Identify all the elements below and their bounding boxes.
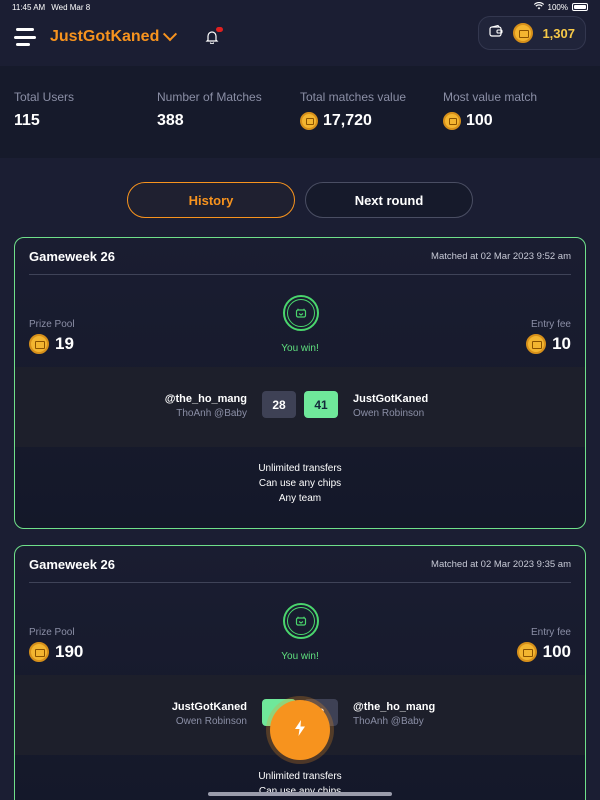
player-right: JustGotKaned Owen Robinson — [353, 393, 428, 419]
stats-panel: Total Users 115 Number of Matches 388 To… — [0, 66, 600, 158]
notification-badge — [216, 27, 224, 32]
entry-fee: Entry fee 10 — [526, 319, 571, 354]
trophy-icon — [283, 603, 319, 639]
stat-label: Number of Matches — [157, 90, 262, 104]
stat-label: Most value match — [443, 90, 538, 104]
stat-value: 388 — [157, 112, 184, 129]
score-left: 28 — [262, 391, 296, 418]
trophy-icon — [283, 295, 319, 331]
tab-next-round[interactable]: Next round — [305, 182, 473, 218]
player-team: Owen Robinson — [353, 408, 425, 419]
player-left: JustGotKaned Owen Robinson — [172, 701, 247, 727]
rule-item: Any team — [278, 493, 322, 504]
team-name: JustGotKaned — [50, 28, 160, 45]
battery-percent: 100% — [547, 2, 568, 12]
quick-action-button[interactable] — [270, 700, 330, 760]
coin-icon — [512, 23, 533, 43]
player-name: JustGotKaned — [353, 393, 429, 405]
status-date: Wed Mar 8 — [51, 2, 91, 12]
player-name: JustGotKaned — [171, 701, 247, 713]
rule-item: Unlimited transfers — [258, 463, 342, 474]
stat-label: Total matches value — [300, 90, 407, 104]
player-team: Owen Robinson — [175, 716, 247, 727]
rule-item: Unlimited transfers — [258, 771, 342, 782]
top-bar: JustGotKaned 1,307 — [0, 14, 600, 60]
chevron-down-icon — [163, 27, 178, 42]
wallet-amount: 1,307 — [542, 25, 575, 41]
stat-label: Total Users — [14, 90, 75, 104]
match-row: @the_ho_mang ThoAnh @Baby 28 41 JustGotK… — [15, 367, 585, 447]
wallet-balance-button[interactable]: 1,307 — [478, 16, 586, 50]
score-right: 41 — [304, 391, 338, 418]
gameweek-title: Gameweek 26 — [29, 556, 116, 572]
entry-fee-label: Entry fee — [530, 627, 571, 638]
stat-value: 100 — [466, 112, 493, 129]
status-bar: 11:45 AM Wed Mar 8 100% — [0, 0, 600, 14]
stat-value: 17,720 — [323, 112, 372, 129]
matched-time: Matched at 02 Mar 2023 9:35 am — [431, 558, 571, 570]
menu-icon[interactable] — [14, 28, 38, 46]
coin-icon — [300, 112, 318, 130]
stat-total-users: Total Users 115 — [14, 90, 157, 158]
matched-time: Matched at 02 Mar 2023 9:52 am — [431, 250, 571, 262]
tab-bar: History Next round — [0, 182, 600, 218]
match-card[interactable]: Gameweek 26 Matched at 02 Mar 2023 9:52 … — [14, 237, 586, 529]
entry-fee-label: Entry fee — [530, 319, 571, 330]
stat-most-value-match: Most value match 100 — [443, 90, 586, 158]
player-right: @the_ho_mang ThoAnh @Baby — [353, 701, 435, 727]
status-time: 11:45 AM — [12, 2, 46, 12]
lightning-icon — [293, 719, 307, 742]
home-indicator — [208, 792, 392, 796]
stat-value: 115 — [14, 112, 40, 129]
player-team: ThoAnh @Baby — [176, 408, 247, 419]
coin-icon — [526, 334, 547, 354]
bell-icon[interactable] — [205, 27, 224, 45]
coin-icon — [516, 642, 537, 662]
player-team: ThoAnh @Baby — [353, 716, 424, 727]
stat-number-of-matches: Number of Matches 388 — [157, 90, 300, 158]
team-selector[interactable]: JustGotKaned — [50, 27, 178, 46]
rule-item: Can use any chips — [258, 478, 342, 489]
player-left: @the_ho_mang ThoAnh @Baby — [165, 393, 247, 419]
wallet-icon — [489, 24, 503, 42]
battery-icon — [572, 3, 588, 11]
prize-pool-label: Prize Pool — [29, 627, 75, 638]
gameweek-title: Gameweek 26 — [29, 248, 116, 264]
entry-fee-value: 100 — [542, 642, 571, 661]
match-card[interactable]: Gameweek 26 Matched at 02 Mar 2023 9:35 … — [14, 545, 586, 800]
player-name: @the_ho_mang — [353, 701, 436, 713]
result-text: You win! — [281, 651, 319, 662]
result-text: You win! — [281, 343, 319, 354]
player-name: @the_ho_mang — [164, 393, 247, 405]
tab-history[interactable]: History — [127, 182, 295, 218]
entry-fee-value: 10 — [552, 334, 571, 353]
stat-total-matches-value: Total matches value 17,720 — [300, 90, 443, 158]
coin-icon — [443, 112, 461, 130]
prize-pool-label: Prize Pool — [29, 319, 75, 330]
match-rules: Unlimited transfers Can use any chips An… — [15, 447, 585, 506]
entry-fee: Entry fee 100 — [516, 627, 571, 662]
wifi-icon — [533, 2, 544, 12]
